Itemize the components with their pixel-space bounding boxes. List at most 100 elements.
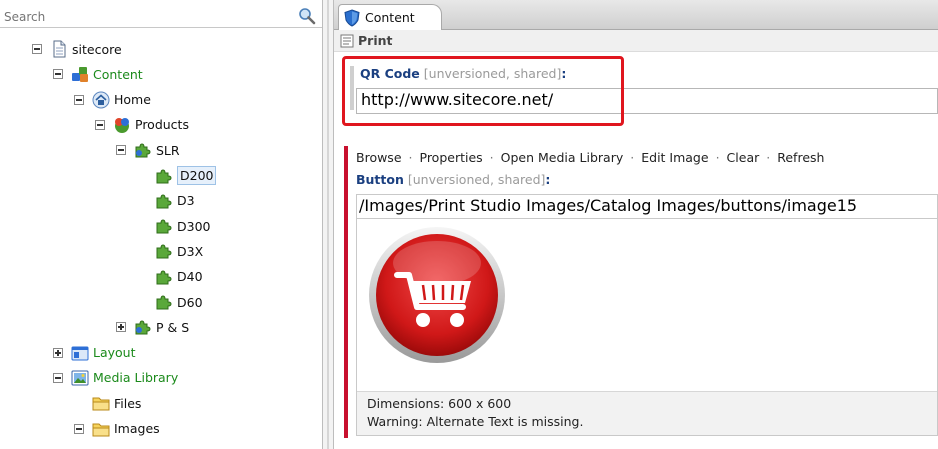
search-input[interactable]	[4, 8, 294, 26]
folder-icon	[92, 420, 110, 438]
media-library-icon	[71, 369, 89, 387]
action-edit-image-link[interactable]: Edit Image	[641, 150, 708, 165]
action-separator: ·	[408, 150, 413, 165]
image-warning: Warning: Alternate Text is missing.	[367, 414, 584, 429]
field-marker	[350, 66, 354, 110]
qr-code-label-name: QR Code	[360, 66, 420, 81]
collapse-toggle-icon[interactable]	[53, 69, 63, 80]
puzzle-icon	[155, 293, 173, 311]
tab-strip: Content	[334, 0, 938, 30]
qr-code-input[interactable]: http://www.sitecore.net/	[356, 88, 938, 114]
tree-item-label: P & S	[156, 319, 190, 335]
button-label-suffix: :	[545, 172, 551, 187]
search-icon[interactable]	[298, 7, 316, 25]
tree-item[interactable]: Content	[53, 63, 143, 85]
puzzle-icon	[155, 217, 173, 235]
tree-item[interactable]: Home	[74, 89, 151, 111]
tree-item-label: Images	[114, 421, 160, 436]
puzzle-icon	[155, 167, 173, 185]
shield-icon	[343, 8, 361, 27]
tree-item[interactable]: D200	[137, 165, 217, 187]
tree-item[interactable]: P & S	[116, 316, 189, 338]
button-label-name: Button	[356, 172, 404, 187]
products-icon	[113, 116, 131, 134]
collapse-toggle-icon[interactable]	[116, 145, 126, 156]
image-dimensions: Dimensions: 600 x 600	[367, 396, 512, 411]
tree-item[interactable]: D60	[137, 291, 203, 313]
tree-item[interactable]: Files	[74, 392, 141, 414]
section-header-print[interactable]: Print	[334, 30, 938, 52]
collapse-toggle-icon[interactable]	[74, 94, 84, 105]
tree-item[interactable]: sitecore	[32, 38, 122, 60]
search-box	[0, 6, 322, 28]
tree-item-label: Home	[114, 92, 151, 108]
page-icon	[50, 40, 68, 58]
tree-item[interactable]: D300	[137, 215, 210, 237]
folder-icon	[92, 394, 110, 412]
puzzle-icon	[155, 192, 173, 210]
collapse-toggle-icon[interactable]	[53, 372, 63, 383]
collapse-toggle-icon[interactable]	[74, 423, 84, 434]
action-clear-link[interactable]: Clear	[727, 150, 760, 165]
collapse-toggle-icon[interactable]	[95, 119, 105, 130]
image-actions: Browse · Properties · Open Media Library · Edi…	[356, 150, 824, 165]
button-image-field: Browse · Properties · Open Media Library · Edi…	[344, 146, 938, 438]
section-icon	[340, 34, 354, 48]
action-separator: ·	[489, 150, 494, 165]
tree-item-label: D3X	[177, 243, 204, 259]
layout-icon	[71, 344, 89, 362]
content-tree-panel: sitecore Content Home Products SLR D200 D3 D300…	[0, 0, 322, 449]
qr-code-label-meta: [unversioned, shared]	[423, 66, 562, 81]
content-editor: Content Print QR Code [unversioned, shar…	[334, 0, 938, 449]
tree-item-label: Content	[93, 66, 143, 82]
section-title: Print	[358, 33, 393, 48]
action-separator: ·	[766, 150, 771, 165]
tree-item-label: sitecore	[72, 41, 122, 57]
button-label-meta: [unversioned, shared]	[407, 172, 546, 187]
tree-item-label: Media Library	[93, 370, 179, 386]
tree-item[interactable]: SLR	[116, 139, 180, 161]
action-separator: ·	[715, 150, 720, 165]
tree-item[interactable]: Media Library	[53, 367, 178, 389]
field-marker-required	[344, 146, 348, 438]
tree-item[interactable]: D3	[137, 190, 195, 212]
collapse-toggle-icon[interactable]	[32, 44, 42, 54]
content-icon	[71, 65, 89, 83]
image-info: Dimensions: 600 x 600 Warning: Alternate…	[357, 391, 937, 435]
tree-item[interactable]: D3X	[137, 240, 203, 262]
tree-item-label: D3	[177, 193, 195, 209]
qr-code-label: QR Code [unversioned, shared]:	[360, 66, 566, 81]
image-path[interactable]: /Images/Print Studio Images/Catalog Imag…	[357, 195, 937, 219]
action-refresh-link[interactable]: Refresh	[777, 150, 824, 165]
action-open-media-library-link[interactable]: Open Media Library	[501, 150, 624, 165]
home-icon	[92, 91, 110, 109]
expand-toggle-icon[interactable]	[116, 322, 126, 333]
tab-content[interactable]: Content	[338, 4, 442, 30]
tree-item-label: D300	[177, 218, 211, 234]
tree-item-label: Layout	[93, 345, 136, 361]
puzzle-icon	[155, 242, 173, 260]
qr-code-label-suffix: :	[561, 66, 567, 81]
tab-content-label: Content	[365, 10, 415, 25]
action-separator: ·	[630, 150, 635, 165]
action-browse-link[interactable]: Browse	[356, 150, 402, 165]
image-field-box[interactable]: /Images/Print Studio Images/Catalog Imag…	[356, 194, 938, 436]
panel-splitter[interactable]	[322, 0, 334, 449]
puzzle-group-icon	[134, 318, 152, 336]
tree-item-label: Products	[135, 117, 189, 133]
action-properties-link[interactable]: Properties	[420, 150, 483, 165]
expand-toggle-icon[interactable]	[53, 347, 63, 358]
tree-item-label: D60	[177, 294, 203, 310]
tree-item[interactable]: Layout	[53, 342, 136, 364]
tree-item-label: SLR	[156, 142, 180, 158]
tree-item[interactable]: Products	[95, 114, 189, 136]
button-label: Button [unversioned, shared]:	[356, 172, 550, 187]
tree-item-label: Files	[114, 395, 142, 411]
tree-item-label: D40	[177, 269, 203, 285]
tree-item-label: D200	[177, 166, 217, 185]
puzzle-icon	[155, 268, 173, 286]
tree-item[interactable]: Images	[74, 418, 160, 440]
qr-code-field: QR Code [unversioned, shared]: http://ww…	[342, 56, 938, 126]
puzzle-group-icon	[134, 141, 152, 159]
tree-item[interactable]: D40	[137, 266, 203, 288]
